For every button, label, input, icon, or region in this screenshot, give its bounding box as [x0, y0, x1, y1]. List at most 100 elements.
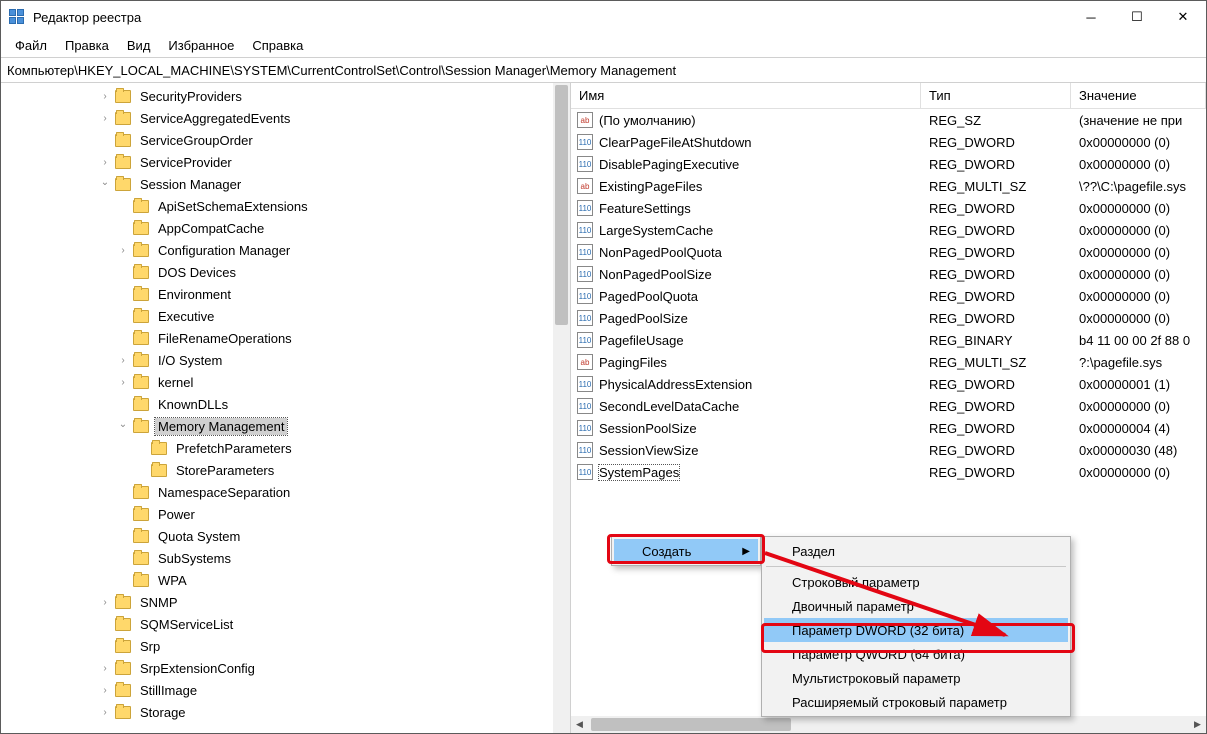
expander-icon[interactable]: [115, 242, 131, 258]
menu-view[interactable]: Вид: [119, 35, 159, 56]
minimize-button[interactable]: ─: [1068, 1, 1114, 33]
maximize-button[interactable]: ☐: [1114, 1, 1160, 33]
tree-node[interactable]: WPA: [1, 569, 570, 591]
expander-icon[interactable]: [115, 418, 131, 434]
value-type: REG_DWORD: [921, 135, 1071, 150]
tree-node[interactable]: ServiceGroupOrder: [1, 129, 570, 151]
tree-node[interactable]: SecurityProviders: [1, 85, 570, 107]
tree-node-label: ApiSetSchemaExtensions: [155, 198, 311, 215]
address-text: Компьютер\HKEY_LOCAL_MACHINE\SYSTEM\Curr…: [7, 63, 676, 78]
folder-icon: [133, 200, 149, 213]
tree-node[interactable]: Session Manager: [1, 173, 570, 195]
string-value-icon: ab: [577, 178, 593, 194]
menu-item-qword[interactable]: Параметр QWORD (64 бита): [764, 642, 1068, 666]
tree-node[interactable]: AppCompatCache: [1, 217, 570, 239]
value-row[interactable]: 110NonPagedPoolSizeREG_DWORD0x00000000 (…: [571, 263, 1206, 285]
horizontal-scrollbar[interactable]: ◀ ▶: [571, 716, 1206, 733]
tree-scrollbar-thumb[interactable]: [555, 85, 568, 325]
value-row[interactable]: abPagingFilesREG_MULTI_SZ?:\pagefile.sys: [571, 351, 1206, 373]
tree-node[interactable]: Quota System: [1, 525, 570, 547]
value-row[interactable]: 110PagefileUsageREG_BINARYb4 11 00 00 2f…: [571, 329, 1206, 351]
expander-icon[interactable]: [97, 110, 113, 126]
value-row[interactable]: 110SystemPagesREG_DWORD0x00000000 (0): [571, 461, 1206, 483]
menu-item-create[interactable]: Создать ▶: [614, 539, 758, 563]
value-row[interactable]: 110LargeSystemCacheREG_DWORD0x00000000 (…: [571, 219, 1206, 241]
value-data: 0x00000000 (0): [1071, 465, 1206, 480]
expander-icon[interactable]: [97, 88, 113, 104]
tree-scrollbar[interactable]: [553, 83, 570, 733]
value-row[interactable]: 110PagedPoolSizeREG_DWORD0x00000000 (0): [571, 307, 1206, 329]
value-row[interactable]: 110FeatureSettingsREG_DWORD0x00000000 (0…: [571, 197, 1206, 219]
submenu-arrow-icon: ▶: [742, 546, 750, 557]
menu-item-key[interactable]: Раздел: [764, 539, 1068, 563]
value-row[interactable]: ab(По умолчанию)REG_SZ(значение не при: [571, 109, 1206, 131]
menu-help[interactable]: Справка: [244, 35, 311, 56]
tree-node[interactable]: KnownDLLs: [1, 393, 570, 415]
value-data: 0x00000000 (0): [1071, 201, 1206, 216]
tree-node[interactable]: ServiceProvider: [1, 151, 570, 173]
close-button[interactable]: ✕: [1160, 1, 1206, 33]
scroll-left-icon[interactable]: ◀: [571, 716, 588, 733]
tree-node-label: Memory Management: [155, 418, 287, 435]
tree-node[interactable]: StillImage: [1, 679, 570, 701]
menu-item-binary[interactable]: Двоичный параметр: [764, 594, 1068, 618]
menu-edit[interactable]: Правка: [57, 35, 117, 56]
tree-node[interactable]: I/O System: [1, 349, 570, 371]
registry-tree[interactable]: SecurityProvidersServiceAggregatedEvents…: [1, 83, 570, 723]
value-name: PagedPoolQuota: [599, 289, 698, 304]
value-row[interactable]: 110PagedPoolQuotaREG_DWORD0x00000000 (0): [571, 285, 1206, 307]
menu-favorites[interactable]: Избранное: [160, 35, 242, 56]
menu-item-dword[interactable]: Параметр DWORD (32 бита): [764, 618, 1068, 642]
value-type: REG_BINARY: [921, 333, 1071, 348]
tree-node[interactable]: Configuration Manager: [1, 239, 570, 261]
tree-node[interactable]: ApiSetSchemaExtensions: [1, 195, 570, 217]
value-row[interactable]: 110SecondLevelDataCacheREG_DWORD0x000000…: [571, 395, 1206, 417]
tree-node[interactable]: PrefetchParameters: [1, 437, 570, 459]
expander-icon[interactable]: [115, 374, 131, 390]
tree-node[interactable]: SQMServiceList: [1, 613, 570, 635]
column-type[interactable]: Тип: [921, 83, 1071, 108]
address-bar[interactable]: Компьютер\HKEY_LOCAL_MACHINE\SYSTEM\Curr…: [1, 57, 1206, 83]
hscroll-thumb[interactable]: [591, 718, 791, 731]
tree-node[interactable]: Memory Management: [1, 415, 570, 437]
tree-node[interactable]: SNMP: [1, 591, 570, 613]
folder-icon: [133, 354, 149, 367]
tree-node[interactable]: Storage: [1, 701, 570, 723]
tree-node[interactable]: Srp: [1, 635, 570, 657]
menu-item-expandstring[interactable]: Расширяемый строковый параметр: [764, 690, 1068, 714]
value-row[interactable]: 110DisablePagingExecutiveREG_DWORD0x0000…: [571, 153, 1206, 175]
tree-node[interactable]: kernel: [1, 371, 570, 393]
column-value[interactable]: Значение: [1071, 83, 1206, 108]
tree-node[interactable]: Environment: [1, 283, 570, 305]
expander-icon[interactable]: [97, 704, 113, 720]
value-type: REG_DWORD: [921, 267, 1071, 282]
tree-node-label: ServiceGroupOrder: [137, 132, 256, 149]
value-row[interactable]: 110NonPagedPoolQuotaREG_DWORD0x00000000 …: [571, 241, 1206, 263]
tree-node[interactable]: SrpExtensionConfig: [1, 657, 570, 679]
value-row[interactable]: 110SessionViewSizeREG_DWORD0x00000030 (4…: [571, 439, 1206, 461]
tree-node[interactable]: NamespaceSeparation: [1, 481, 570, 503]
expander-icon[interactable]: [115, 352, 131, 368]
tree-node[interactable]: DOS Devices: [1, 261, 570, 283]
tree-node[interactable]: SubSystems: [1, 547, 570, 569]
tree-node[interactable]: Executive: [1, 305, 570, 327]
value-row[interactable]: abExistingPageFilesREG_MULTI_SZ\??\C:\pa…: [571, 175, 1206, 197]
value-row[interactable]: 110SessionPoolSizeREG_DWORD0x00000004 (4…: [571, 417, 1206, 439]
expander-icon[interactable]: [97, 594, 113, 610]
value-row[interactable]: 110PhysicalAddressExtensionREG_DWORD0x00…: [571, 373, 1206, 395]
expander-icon[interactable]: [97, 176, 113, 192]
tree-node[interactable]: StoreParameters: [1, 459, 570, 481]
menu-item-string[interactable]: Строковый параметр: [764, 570, 1068, 594]
expander-icon[interactable]: [97, 682, 113, 698]
expander-icon[interactable]: [97, 154, 113, 170]
column-name[interactable]: Имя: [571, 83, 921, 108]
menu-file[interactable]: Файл: [7, 35, 55, 56]
value-row[interactable]: 110ClearPageFileAtShutdownREG_DWORD0x000…: [571, 131, 1206, 153]
value-data: 0x00000000 (0): [1071, 223, 1206, 238]
scroll-right-icon[interactable]: ▶: [1189, 716, 1206, 733]
expander-icon[interactable]: [97, 660, 113, 676]
menu-item-multistring[interactable]: Мультистроковый параметр: [764, 666, 1068, 690]
tree-node[interactable]: Power: [1, 503, 570, 525]
tree-node[interactable]: ServiceAggregatedEvents: [1, 107, 570, 129]
tree-node[interactable]: FileRenameOperations: [1, 327, 570, 349]
